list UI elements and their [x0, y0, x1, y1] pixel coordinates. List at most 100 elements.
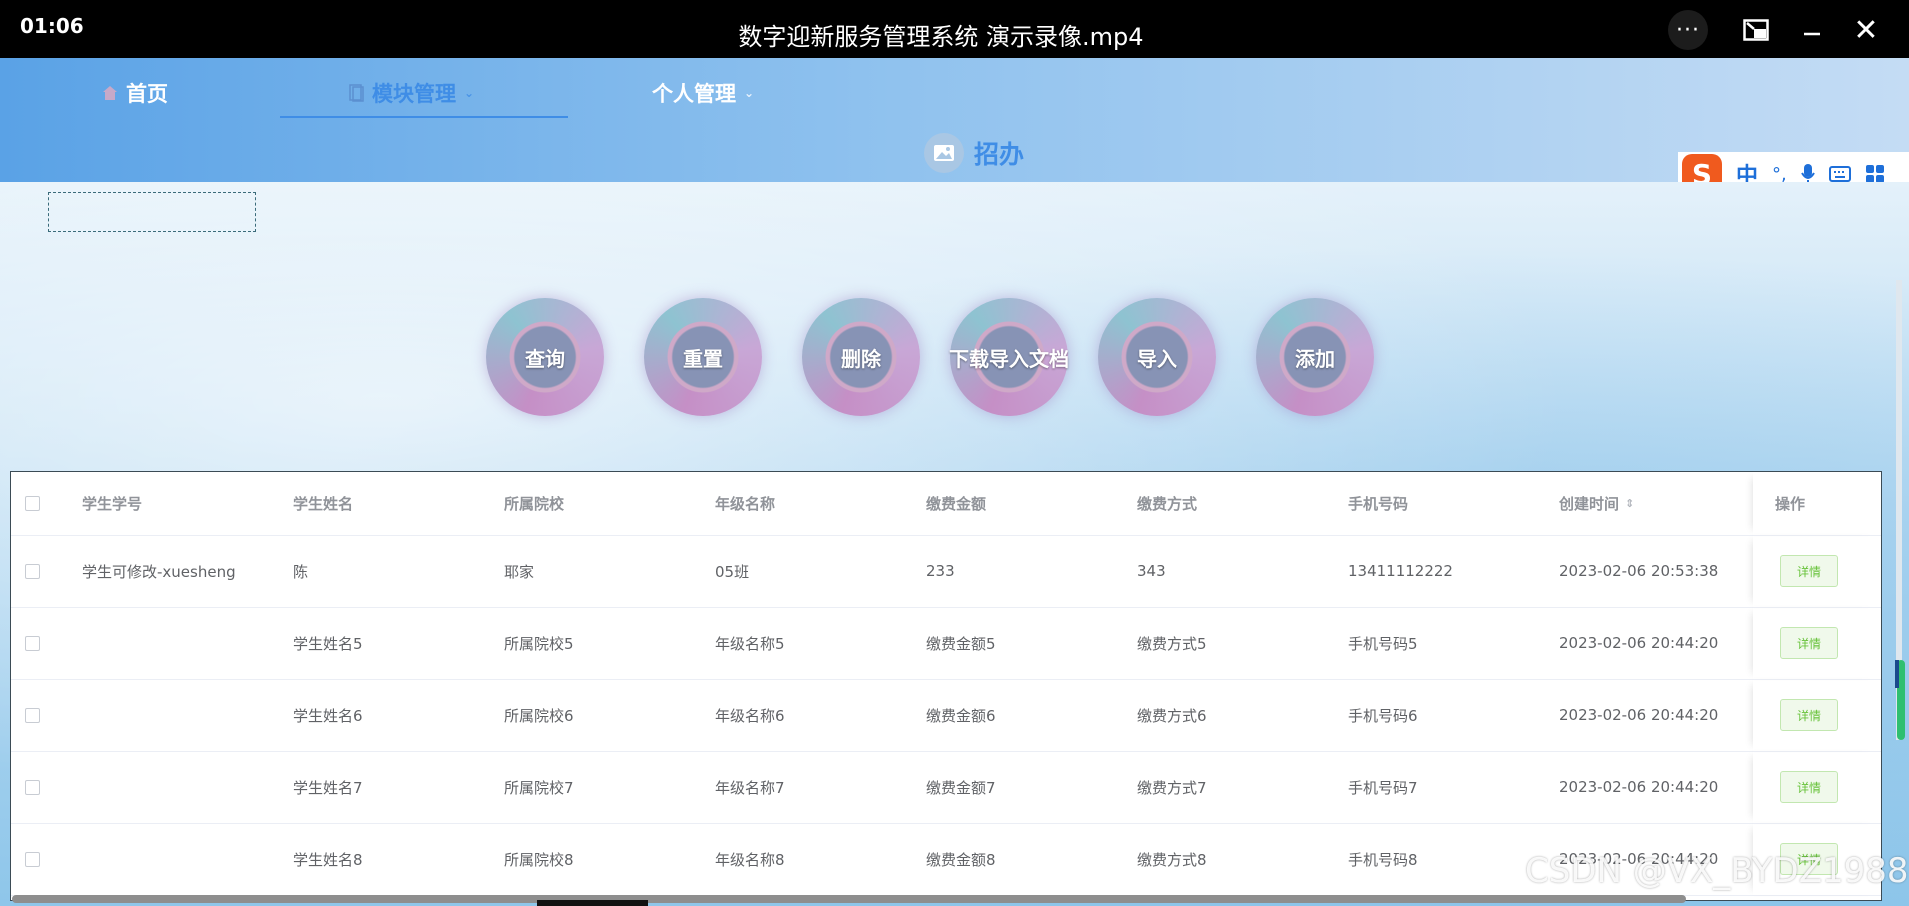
- video-title: 数字迎新服务管理系统 演示录像.mp4: [738, 23, 1144, 51]
- cell-fee: 缴费金额7: [926, 778, 996, 797]
- cell-student-name: 学生姓名5: [293, 634, 363, 653]
- reset-button[interactable]: 重置: [644, 298, 762, 416]
- cell-grade: 年级名称6: [715, 706, 785, 725]
- player-title-bar: 01:06 数字迎新服务管理系统 演示录像.mp4 ··· ✕: [0, 0, 1909, 58]
- nav-home-label: 首页: [126, 82, 168, 106]
- row-checkbox[interactable]: [25, 635, 40, 651]
- toolbox-icon[interactable]: [1865, 164, 1885, 184]
- cell-student-no: 学生可修改-xuesheng: [82, 562, 236, 581]
- row-checkbox[interactable]: [25, 707, 40, 723]
- select-all-checkbox[interactable]: [25, 496, 40, 511]
- import-button[interactable]: 导入: [1098, 298, 1216, 416]
- header-created-label: 创建时间: [1559, 495, 1620, 513]
- picture-in-picture-button[interactable]: [1736, 10, 1776, 50]
- header-pay-method: 缴费方式: [1137, 495, 1198, 513]
- cell-phone: 手机号码5: [1348, 634, 1418, 653]
- nav-home[interactable]: 首页: [102, 78, 168, 108]
- cell-student-name: 学生姓名8: [293, 850, 363, 869]
- cell-pay-method: 缴费方式7: [1137, 778, 1207, 797]
- detail-button[interactable]: 详情: [1780, 627, 1838, 659]
- minimize-icon: [1804, 32, 1820, 36]
- table-row: 学生姓名6 所属院校6 年级名称6 缴费金额6 缴费方式6 手机号码6 2023…: [11, 679, 1881, 752]
- cell-student-name: 学生姓名6: [293, 706, 363, 725]
- header-student-no: 学生学号: [82, 495, 143, 513]
- query-button[interactable]: 查询: [486, 298, 604, 416]
- brand-title: 招办: [974, 140, 1025, 169]
- app-header: 首页 模块管理 ⌄ 个人管理 ⌄ 招办: [0, 58, 1909, 182]
- brand: 招办: [924, 133, 1024, 173]
- cell-phone: 手机号码6: [1348, 706, 1418, 725]
- cell-phone: 手机号码7: [1348, 778, 1418, 797]
- cell-fee: 缴费金额8: [926, 850, 996, 869]
- cell-created-time: 2023-02-06 20:44:20: [1559, 634, 1719, 652]
- search-input[interactable]: [48, 192, 256, 232]
- header-school: 所属院校: [504, 495, 565, 513]
- row-checkbox[interactable]: [25, 563, 40, 579]
- detail-button[interactable]: 详情: [1780, 555, 1838, 587]
- picture-in-picture-icon: [1743, 19, 1769, 41]
- header-student-name: 学生姓名: [293, 495, 354, 513]
- table-header-row: 学生学号 学生姓名 所属院校 年级名称 缴费金额 缴费方式 手机号码 创建时间 …: [11, 472, 1881, 536]
- table-row: 学生姓名5 所属院校5 年级名称5 缴费金额5 缴费方式5 手机号码5 2023…: [11, 607, 1881, 680]
- chevron-down-icon: ⌄: [464, 86, 475, 100]
- cell-grade: 05班: [715, 562, 750, 581]
- minimize-button[interactable]: [1792, 10, 1832, 50]
- scroll-position-marker: [1895, 660, 1899, 688]
- more-icon: ···: [1676, 17, 1700, 43]
- cell-created-time: 2023-02-06 20:44:20: [1559, 706, 1719, 724]
- cell-school: 耶家: [504, 562, 535, 581]
- header-grade: 年级名称: [715, 495, 776, 513]
- cell-grade: 年级名称5: [715, 634, 785, 653]
- cell-pay-method: 缴费方式5: [1137, 634, 1207, 653]
- nav-personal-management[interactable]: 个人管理 ⌄: [652, 78, 754, 108]
- header-created-time[interactable]: 创建时间 ⇕: [1559, 472, 1634, 535]
- cell-student-name: 学生姓名7: [293, 778, 363, 797]
- cell-student-name: 陈: [293, 562, 309, 581]
- cell-school: 所属院校7: [504, 778, 574, 797]
- nav-personal-label: 个人管理: [652, 82, 736, 106]
- cell-pay-method: 343: [1137, 562, 1166, 580]
- detail-button[interactable]: 详情: [1780, 699, 1838, 731]
- cell-school: 所属院校8: [504, 850, 574, 869]
- close-icon: ✕: [1853, 12, 1879, 48]
- table-row: 学生姓名7 所属院校7 年级名称7 缴费金额7 缴费方式7 手机号码7 2023…: [11, 751, 1881, 824]
- header-phone: 手机号码: [1348, 495, 1409, 513]
- close-button[interactable]: ✕: [1846, 10, 1886, 50]
- chevron-down-icon: ⌄: [744, 86, 755, 100]
- video-progress-indicator[interactable]: [537, 900, 648, 906]
- cell-school: 所属院校5: [504, 634, 574, 653]
- delete-button[interactable]: 删除: [802, 298, 920, 416]
- image-icon: [924, 133, 964, 173]
- cell-pay-method: 缴费方式8: [1137, 850, 1207, 869]
- cell-school: 所属院校6: [504, 706, 574, 725]
- cell-pay-method: 缴费方式6: [1137, 706, 1207, 725]
- cell-fee: 缴费金额6: [926, 706, 996, 725]
- horizontal-scrollbar[interactable]: [12, 895, 1686, 903]
- cell-created-time: 2023-02-06 20:53:38: [1559, 562, 1719, 580]
- sort-icon[interactable]: ⇕: [1625, 497, 1634, 510]
- row-checkbox[interactable]: [25, 851, 40, 867]
- cell-phone: 13411112222: [1348, 562, 1453, 580]
- cell-grade: 年级名称8: [715, 850, 785, 869]
- table-row: 学生可修改-xuesheng 陈 耶家 05班 233 343 13411112…: [11, 535, 1881, 608]
- header-fee: 缴费金额: [926, 495, 987, 513]
- header-operation: 操作: [1775, 495, 1806, 513]
- nav-module-management[interactable]: 模块管理 ⌄: [348, 78, 474, 108]
- more-options-button[interactable]: ···: [1668, 10, 1708, 50]
- cell-phone: 手机号码8: [1348, 850, 1418, 869]
- watermark: CSDN @VX_BYDZ1988: [1525, 851, 1909, 891]
- keyboard-icon[interactable]: [1828, 166, 1851, 182]
- cell-created-time: 2023-02-06 20:44:20: [1559, 778, 1719, 796]
- active-nav-underline: [280, 116, 568, 118]
- cell-grade: 年级名称7: [715, 778, 785, 797]
- cell-fee: 233: [926, 562, 955, 580]
- cell-fee: 缴费金额5: [926, 634, 996, 653]
- home-icon: [103, 86, 117, 100]
- download-import-template-button[interactable]: 下载导入文档: [949, 298, 1069, 416]
- data-table: 学生学号 学生姓名 所属院校 年级名称 缴费金额 缴费方式 手机号码 创建时间 …: [10, 471, 1882, 901]
- add-button[interactable]: 添加: [1256, 298, 1374, 416]
- detail-button[interactable]: 详情: [1780, 771, 1838, 803]
- document-icon: [349, 84, 364, 102]
- nav-module-label: 模块管理: [372, 82, 456, 106]
- row-checkbox[interactable]: [25, 779, 40, 795]
